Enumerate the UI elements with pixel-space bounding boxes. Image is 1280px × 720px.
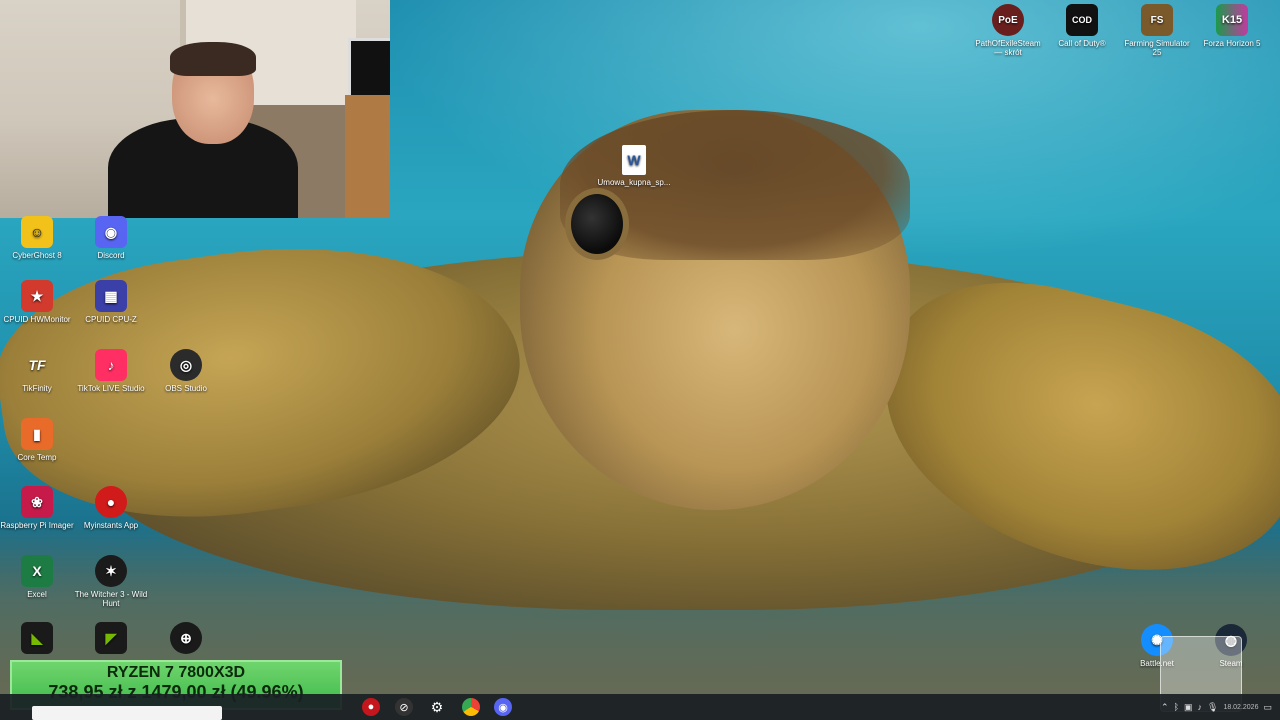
desktop-icon-label: TikFinity xyxy=(22,384,52,393)
desktop-icon-myinstants[interactable]: ● Myinstants App xyxy=(74,486,148,530)
webcam-boxes xyxy=(345,95,390,218)
farming-simulator-icon: FS xyxy=(1141,4,1173,36)
settings-gear-icon[interactable]: ⚙ xyxy=(428,698,446,716)
desktop-icon-cpuz[interactable]: ▦ CPUID CPU-Z xyxy=(74,280,148,324)
word-document-icon: W xyxy=(622,145,646,175)
path-of-exile-icon: PoE xyxy=(992,4,1024,36)
excel-icon: X xyxy=(21,555,53,587)
desktop-icon-tiktok-live[interactable]: ♪ TikTok LIVE Studio xyxy=(74,349,148,393)
tiktok-live-icon: ♪ xyxy=(95,349,127,381)
desktop-icon-label: TikTok LIVE Studio xyxy=(77,384,145,393)
hwmonitor-icon: ★ xyxy=(21,280,53,312)
nvidia-icon: ◣ xyxy=(21,622,53,654)
desktop-icon-call-of-duty[interactable]: COD Call of Duty® xyxy=(1045,4,1119,48)
desktop-icon-nvidia-app[interactable]: ◤ xyxy=(74,622,148,657)
desktop-icon-forza-horizon[interactable]: K15 Forza Horizon 5 xyxy=(1195,4,1269,48)
desktop-icon-witcher[interactable]: ✶ The Witcher 3 - Wild Hunt xyxy=(74,555,148,608)
desktop-icon-label: CyberGhost 8 xyxy=(12,251,62,260)
cyberghost-icon: ☺ xyxy=(21,216,53,248)
taskbar-search-box[interactable] xyxy=(32,706,222,720)
webcam-overlay xyxy=(0,0,390,218)
desktop-icon-label: Raspberry Pi Imager xyxy=(0,521,74,530)
volume-icon[interactable]: ♪ xyxy=(1198,702,1203,712)
desktop-icon-discord[interactable]: ◉ Discord xyxy=(74,216,148,260)
desktop-icon-obs[interactable]: ◎ OBS Studio xyxy=(149,349,223,393)
desktop-icon-core-temp[interactable]: ▮ Core Temp xyxy=(0,418,74,462)
desktop-icon-word-document[interactable]: W Umowa_kupna_sp... xyxy=(597,145,671,187)
desktop-icon-label: Umowa_kupna_sp... xyxy=(597,178,671,187)
core-temp-icon: ▮ xyxy=(21,418,53,450)
obs-icon: ◎ xyxy=(170,349,202,381)
turtle-eye xyxy=(565,188,629,260)
desktop-icon-label: Myinstants App xyxy=(83,521,139,530)
raspberry-pi-icon: ❀ xyxy=(21,486,53,518)
desktop-icon-label: Farming Simulator 25 xyxy=(1124,39,1190,57)
notification-icon[interactable]: ▭ xyxy=(1263,702,1272,713)
desktop-icon-label: CPUID HWMonitor xyxy=(3,315,71,324)
call-of-duty-icon: COD xyxy=(1066,4,1098,36)
desktop-icon-label: PathOfExileSteam — skrót xyxy=(975,39,1041,57)
desktop-icon-label: Core Temp xyxy=(17,453,57,462)
cpuz-icon: ▦ xyxy=(95,280,127,312)
product-title: RYZEN 7 7800X3D xyxy=(106,664,246,681)
desktop-icon-label: Excel xyxy=(27,590,47,599)
desktop-icon-label: Discord xyxy=(97,251,125,260)
myinstants-icon: ● xyxy=(95,486,127,518)
desktop-icon-label: Call of Duty® xyxy=(1058,39,1106,48)
desktop-icon-raspberry-pi[interactable]: ❀ Raspberry Pi Imager xyxy=(0,486,74,530)
taskbar: ● ⊘ ⚙ ◉ ⌃ ᛒ ▣ ♪ 🎙 18.02.2026 ▭ xyxy=(0,694,1280,720)
discord-icon: ◉ xyxy=(95,216,127,248)
forza-horizon-icon: K15 xyxy=(1216,4,1248,36)
chrome-icon[interactable] xyxy=(462,698,480,716)
desktop-icon-tikfinity[interactable]: TF TikFinity xyxy=(0,349,74,394)
webcam-person-hair xyxy=(170,42,256,76)
desktop-icon-label: The Witcher 3 - Wild Hunt xyxy=(74,590,148,608)
nvidia-app-icon: ◤ xyxy=(95,622,127,654)
desktop-icon-path-of-exile[interactable]: PoE PathOfExileSteam — skrót xyxy=(971,4,1045,57)
desktop-icon-nvidia[interactable]: ◣ xyxy=(0,622,74,657)
system-tray: ⌃ ᛒ ▣ ♪ 🎙 18.02.2026 ▭ xyxy=(1161,694,1280,720)
bluetooth-icon[interactable]: ᛒ xyxy=(1174,702,1179,712)
microphone-icon[interactable]: 🎙 xyxy=(1207,702,1218,713)
network-tool-icon: ⊕ xyxy=(170,622,202,654)
network-icon[interactable]: ▣ xyxy=(1184,702,1193,713)
webcam-monitor xyxy=(348,38,390,100)
record-icon[interactable]: ● xyxy=(362,698,380,716)
tikfinity-icon: TF xyxy=(28,356,46,373)
desktop-icon-excel[interactable]: X Excel xyxy=(0,555,74,599)
desktop-icon-cyberghost[interactable]: ☺ CyberGhost 8 xyxy=(0,216,74,260)
witcher-icon: ✶ xyxy=(95,555,127,587)
discord-taskbar-icon[interactable]: ◉ xyxy=(494,698,512,716)
chevron-up-icon[interactable]: ⌃ xyxy=(1161,702,1169,713)
taskbar-clock[interactable]: 18.02.2026 xyxy=(1223,703,1258,712)
desktop-icon-network-tool[interactable]: ⊕ xyxy=(149,622,223,657)
desktop-icon-farming-simulator[interactable]: FS Farming Simulator 25 xyxy=(1120,4,1194,57)
compass-icon[interactable]: ⊘ xyxy=(395,698,413,716)
desktop-icon-label: OBS Studio xyxy=(165,384,207,393)
taskbar-date: 18.02.2026 xyxy=(1223,703,1259,711)
desktop-icon-label: Forza Horizon 5 xyxy=(1203,39,1261,48)
desktop-icon-label: CPUID CPU-Z xyxy=(85,315,137,324)
desktop-icon-hwmonitor[interactable]: ★ CPUID HWMonitor xyxy=(0,280,74,324)
